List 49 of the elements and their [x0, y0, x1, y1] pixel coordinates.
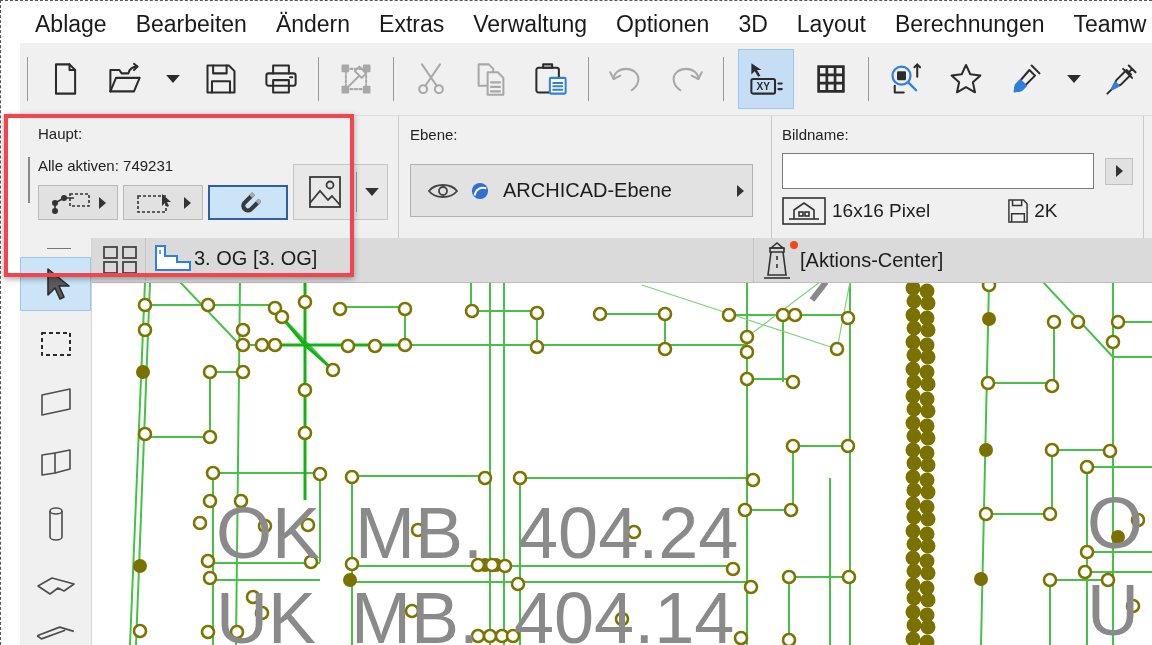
- caret-right-icon: [737, 184, 744, 197]
- marquee-selection-button[interactable]: [123, 185, 203, 220]
- caret-right-icon: [98, 196, 106, 209]
- section-label: Haupt:: [38, 125, 83, 143]
- menu-item[interactable]: Berechnungen: [894, 11, 1045, 43]
- menu-item[interactable]: 3D: [738, 11, 768, 43]
- menu-item[interactable]: Extras: [379, 11, 445, 43]
- selection-count: Alle aktiven: 749231: [38, 157, 174, 175]
- menu-item[interactable]: Teamw: [1073, 11, 1147, 43]
- menu-item[interactable]: Layout: [796, 11, 866, 43]
- coordinates-button[interactable]: XY: [738, 49, 794, 109]
- save-icon: [1008, 198, 1029, 224]
- menu-item[interactable]: Optionen: [616, 11, 710, 43]
- caret-right-icon: [1115, 165, 1123, 177]
- menu-item[interactable]: Ablage: [35, 11, 107, 43]
- roof-icon: [35, 626, 76, 640]
- lighthouse-icon: [762, 241, 792, 279]
- image-split-button[interactable]: [293, 164, 388, 220]
- file-size-label: 2K: [1034, 199, 1058, 223]
- input-field[interactable]: [782, 153, 1094, 189]
- layer-icon: [471, 181, 489, 200]
- grid-icon: [103, 246, 137, 274]
- menu-item[interactable]: Bearbeiten: [135, 11, 247, 43]
- action-center-button[interactable]: [Aktions-Center]: [762, 241, 944, 279]
- image-icon: [308, 175, 342, 209]
- transform-handles-icon: [338, 61, 374, 97]
- paste-icon: [533, 61, 569, 97]
- image-size-label: 16x16 Pixel: [832, 199, 931, 223]
- name-menu-button[interactable]: [1105, 157, 1133, 185]
- layer-dropdown[interactable]: ARCHICAD-Ebene: [410, 164, 753, 217]
- tab-overview-button[interactable]: [103, 246, 137, 274]
- menu-item[interactable]: Verwaltung: [473, 11, 588, 43]
- house-icon: [782, 197, 826, 225]
- search-icon: [888, 61, 924, 97]
- caret-down-icon: [365, 188, 379, 196]
- printer-icon: [263, 61, 299, 97]
- floor-plan-icon: [155, 245, 191, 271]
- node-polyline-icon: [50, 191, 91, 214]
- caret-down-icon: [166, 75, 180, 83]
- section-label: Ebene:: [410, 126, 458, 144]
- caret-right-icon: [183, 196, 191, 209]
- element-selection-button[interactable]: [38, 185, 118, 220]
- view-tab[interactable]: 3. OG [3. OG]: [155, 245, 318, 271]
- caret-down-icon: [1067, 75, 1081, 83]
- magnet-toggle-button[interactable]: [208, 185, 288, 220]
- menu-item[interactable]: Ändern: [275, 11, 351, 43]
- section-label: Bildname:: [782, 126, 849, 144]
- arrow-tool[interactable]: [20, 257, 91, 311]
- save-icon: [203, 61, 239, 97]
